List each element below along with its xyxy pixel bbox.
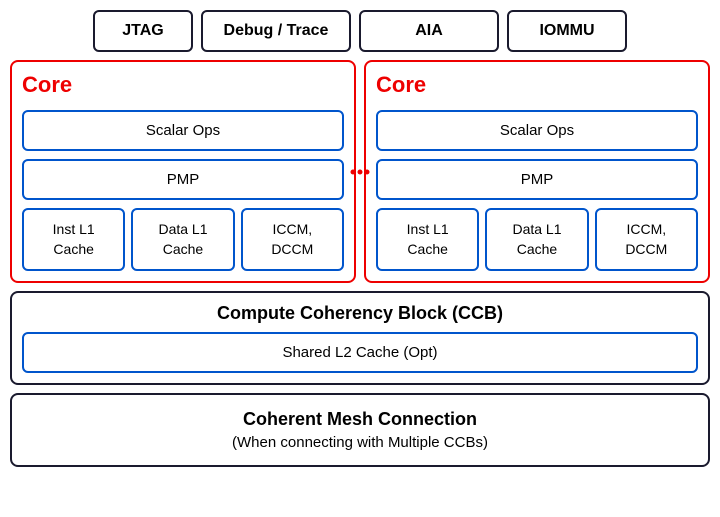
pmp-left: PMP [22,159,344,200]
jtag-box: JTAG [93,10,193,52]
ccb-title: Compute Coherency Block (CCB) [22,303,698,324]
cache-row-left: Inst L1Cache Data L1Cache ICCM,DCCM [22,208,344,271]
iccm-left-label: ICCM,DCCM [271,221,313,257]
data-l1-left-label: Data L1Cache [158,221,207,257]
inst-l1-left: Inst L1Cache [22,208,125,271]
mesh-section: Coherent Mesh Connection (When connectin… [10,393,710,467]
shared-l2-cache: Shared L2 Cache (Opt) [22,332,698,373]
conn-dot-3 [365,169,370,174]
data-l1-right: Data L1Cache [485,208,588,271]
scalar-ops-right: Scalar Ops [376,110,698,151]
inst-l1-right-label: Inst L1Cache [407,221,449,257]
ccb-section: Compute Coherency Block (CCB) Shared L2 … [10,291,710,385]
mesh-subtitle: (When connecting with Multiple CCBs) [22,434,698,451]
aia-label: AIA [415,22,443,39]
cache-row-right: Inst L1Cache Data L1Cache ICCM,DCCM [376,208,698,271]
top-bar: JTAG Debug / Trace AIA IOMMU [10,10,710,52]
core-right: Core Scalar Ops PMP Inst L1Cache Data L1… [364,60,710,283]
mesh-title: Coherent Mesh Connection [22,409,698,430]
inst-l1-right: Inst L1Cache [376,208,479,271]
debug-label: Debug / Trace [224,22,329,39]
conn-dot-2 [358,169,363,174]
aia-box: AIA [359,10,499,52]
core-right-title: Core [376,72,698,98]
jtag-label: JTAG [122,22,163,39]
inst-l1-left-label: Inst L1Cache [53,221,95,257]
data-l1-left: Data L1Cache [131,208,234,271]
conn-dot-1 [351,169,356,174]
core-left-title: Core [22,72,344,98]
iccm-right: ICCM,DCCM [595,208,698,271]
cores-row: Core Scalar Ops PMP Inst L1Cache Data L1… [10,60,710,283]
iccm-right-label: ICCM,DCCM [625,221,667,257]
core-left: Core Scalar Ops PMP Inst L1Cache Data L1… [10,60,356,283]
iommu-box: IOMMU [507,10,627,52]
iccm-left: ICCM,DCCM [241,208,344,271]
pmp-right: PMP [376,159,698,200]
iommu-label: IOMMU [539,22,594,39]
debug-box: Debug / Trace [201,10,351,52]
data-l1-right-label: Data L1Cache [512,221,561,257]
connector [351,169,370,174]
scalar-ops-left: Scalar Ops [22,110,344,151]
